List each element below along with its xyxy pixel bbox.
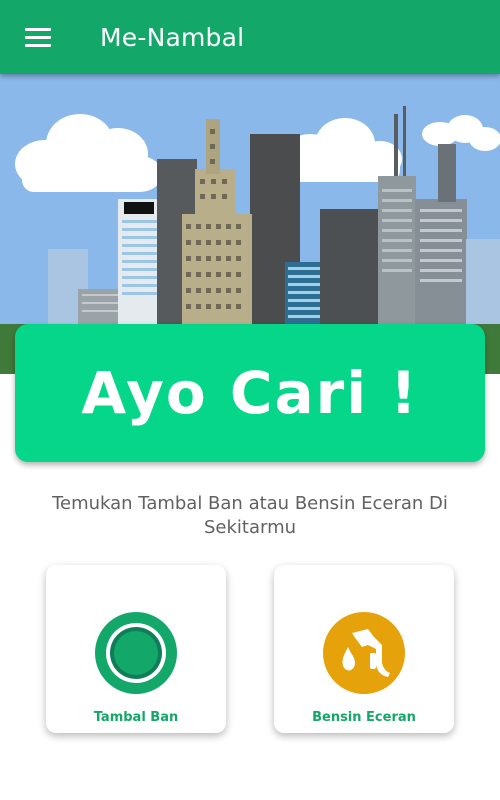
tire-icon (95, 612, 177, 694)
bensin-eceran-label: Bensin Eceran (312, 710, 416, 725)
search-banner: Ayo Cari ! (15, 324, 485, 462)
bensin-eceran-card[interactable]: Bensin Eceran (274, 565, 454, 733)
app-bar: Me-Nambal (0, 0, 500, 74)
subtitle-text: Temukan Tambal Ban atau Bensin Eceran Di… (52, 493, 448, 538)
banner-text: Ayo Cari ! (81, 359, 419, 427)
tambal-ban-label: Tambal Ban (93, 710, 179, 725)
app-title: Me-Nambal (100, 23, 245, 52)
hamburger-menu-icon[interactable] (18, 20, 58, 56)
tambal-ban-card[interactable]: Tambal Ban (46, 565, 226, 733)
fuel-nozzle-icon (323, 612, 405, 694)
